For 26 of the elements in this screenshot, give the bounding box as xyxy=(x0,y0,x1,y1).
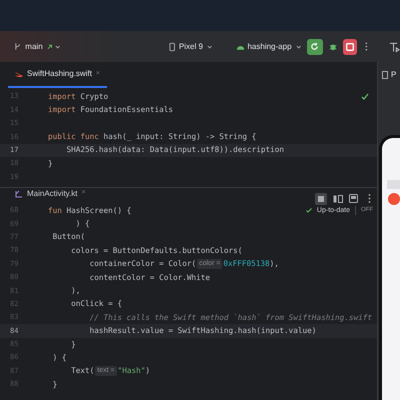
stop-button[interactable] xyxy=(342,38,358,54)
swift-icon xyxy=(15,70,23,78)
device-selector[interactable]: Pixel 9 xyxy=(178,40,203,52)
editor-view-icon[interactable] xyxy=(315,192,327,205)
arrow-icon xyxy=(46,44,52,50)
branch-selector[interactable]: main xyxy=(25,40,43,52)
rerun-icon xyxy=(310,42,320,51)
chevron-icon xyxy=(296,44,301,48)
rerun-button[interactable] xyxy=(307,38,322,54)
phone-icon xyxy=(168,42,176,52)
stop-icon xyxy=(346,42,354,50)
hash-button-preview xyxy=(388,193,400,205)
run-config-selector[interactable]: hashing-app xyxy=(247,40,292,52)
preview-tab[interactable]: P xyxy=(382,69,396,81)
split-view-icon[interactable] xyxy=(333,194,343,203)
chevron-icon xyxy=(55,44,61,48)
check-icon xyxy=(306,208,312,214)
kotlin-icon xyxy=(15,190,23,198)
more-icon[interactable] xyxy=(365,42,368,51)
chevron-icon xyxy=(206,44,212,48)
more-icon[interactable] xyxy=(368,194,371,204)
design-view-icon[interactable] xyxy=(349,194,358,204)
check-icon xyxy=(361,93,369,100)
bug-icon[interactable] xyxy=(328,42,337,51)
branch-icon xyxy=(14,42,22,51)
file-icon xyxy=(382,71,389,79)
